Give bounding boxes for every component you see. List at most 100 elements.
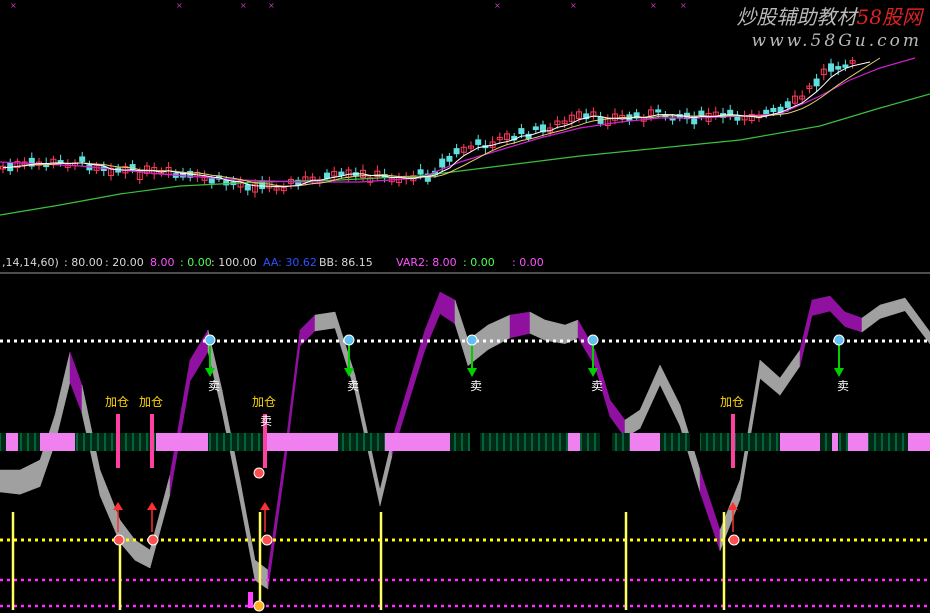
state-bar-black-block bbox=[690, 433, 700, 451]
add-position-bar bbox=[731, 414, 735, 468]
candle-body bbox=[698, 110, 705, 116]
kdj-segment bbox=[799, 299, 813, 367]
kdj-segment bbox=[19, 459, 41, 495]
add-position-signals: 加仓 加仓 加仓 加仓 bbox=[105, 395, 744, 532]
candle-body bbox=[784, 101, 791, 108]
bottom-signal-ball bbox=[113, 534, 125, 546]
kdj-segment bbox=[487, 314, 511, 351]
add-position-label: 加仓 bbox=[252, 395, 276, 409]
add-position-label: 加仓 bbox=[139, 395, 163, 409]
state-bar-pink-block bbox=[848, 433, 868, 451]
stock-chart-window: × × × × × × × × 加仓 加仓 加仓 加仓 卖卖卖卖卖卖 ,14,14,60) : 80… bbox=[0, 0, 930, 613]
candle-body bbox=[813, 78, 820, 87]
add-position-label: 加仓 bbox=[720, 395, 744, 409]
state-bar-pink-block bbox=[265, 433, 338, 451]
indicator-pane: 加仓 加仓 加仓 加仓 卖卖卖卖卖卖 bbox=[0, 291, 930, 612]
kdj-segment bbox=[54, 351, 71, 444]
kdj-segment bbox=[169, 359, 191, 495]
top-marker: × bbox=[680, 1, 687, 10]
kdj-segment bbox=[659, 364, 681, 426]
kdj-segment bbox=[844, 311, 863, 333]
up-arrow-head bbox=[260, 502, 270, 510]
floor-signal-ball bbox=[253, 600, 265, 612]
kdj-segment bbox=[639, 364, 661, 429]
candle-body bbox=[835, 66, 842, 70]
candle-body bbox=[770, 107, 777, 112]
kdj-segment bbox=[509, 311, 531, 339]
signal-balls bbox=[113, 334, 845, 612]
kdj-segment bbox=[149, 474, 171, 569]
kdj-segment bbox=[811, 295, 831, 316]
sell-label: 卖 bbox=[208, 379, 220, 393]
legend-aa: AA: 30.62 bbox=[263, 256, 317, 269]
top-marker: × bbox=[570, 1, 577, 10]
legend-params: ,14,14,60) bbox=[2, 256, 59, 269]
top-marker: × bbox=[10, 1, 17, 10]
down-arrow-head bbox=[834, 368, 844, 377]
legend-value-3: 8.00 bbox=[150, 256, 175, 269]
kdj-segment bbox=[829, 295, 846, 328]
top-signal-ball bbox=[833, 334, 845, 346]
top-marker: × bbox=[268, 1, 275, 10]
sell-label: 卖 bbox=[260, 414, 272, 428]
top-marker: × bbox=[494, 1, 501, 10]
kdj-segment bbox=[134, 539, 151, 569]
add-position-label: 加仓 bbox=[105, 395, 129, 409]
state-bar-black-block bbox=[470, 433, 480, 451]
legend-var2: VAR2: 8.00 bbox=[396, 256, 457, 269]
add-position-bar bbox=[150, 414, 154, 468]
kdj-segment bbox=[609, 399, 626, 439]
top-marker: × bbox=[176, 1, 183, 10]
candle-body bbox=[453, 148, 460, 155]
sell-label: 卖 bbox=[470, 379, 482, 393]
kdj-segment bbox=[314, 311, 336, 332]
state-bar-pink-block bbox=[156, 433, 208, 451]
price-pane: × × × × × × × × bbox=[0, 1, 930, 216]
legend-bb: BB: 86.15 bbox=[319, 256, 373, 269]
candle-body bbox=[439, 158, 446, 168]
candle-body bbox=[324, 172, 330, 179]
down-arrow-head bbox=[467, 368, 477, 377]
chart-canvas[interactable]: × × × × × × × × 加仓 加仓 加仓 加仓 卖卖卖卖卖卖 bbox=[0, 0, 930, 613]
mid-signal-ball bbox=[253, 467, 265, 479]
candle-body bbox=[727, 109, 734, 115]
sell-label: 卖 bbox=[591, 379, 603, 393]
kdj-segment bbox=[861, 304, 881, 333]
kdj-segment bbox=[529, 311, 546, 341]
candle-body bbox=[417, 169, 424, 175]
kdj-segment bbox=[0, 469, 21, 495]
kdj-segment bbox=[254, 559, 269, 590]
top-signal-ball bbox=[343, 334, 355, 346]
candle-body bbox=[828, 63, 834, 72]
candle-body bbox=[532, 126, 539, 131]
kdj-segment bbox=[69, 351, 83, 414]
legend-value-2: : 20.00 bbox=[105, 256, 144, 269]
candle-body bbox=[79, 156, 86, 162]
bottom-signal-ball bbox=[147, 534, 159, 546]
top-marker: × bbox=[650, 1, 657, 10]
candle-body bbox=[842, 64, 849, 68]
top-signal-ball bbox=[587, 334, 599, 346]
down-arrow-head bbox=[588, 368, 598, 377]
candle-body bbox=[446, 155, 453, 162]
kdj-segment bbox=[879, 297, 906, 319]
state-bar-pink-block bbox=[568, 433, 580, 451]
candle-body bbox=[655, 109, 662, 113]
bottom-signal-ball bbox=[728, 534, 740, 546]
top-signal-ball bbox=[204, 334, 216, 346]
state-bar-pink-block bbox=[908, 433, 930, 451]
candle-body bbox=[475, 139, 482, 145]
candle-body bbox=[763, 109, 770, 115]
state-bar-pink-block bbox=[385, 433, 450, 451]
state-bar-pink-block bbox=[832, 433, 838, 451]
kdj-segment bbox=[267, 449, 286, 590]
legend-value-5: : 100.00 bbox=[211, 256, 257, 269]
up-arrow-head bbox=[147, 502, 157, 510]
bottom-signal-ball bbox=[261, 534, 273, 546]
kdj-segment bbox=[454, 299, 469, 366]
ma-line-magenta bbox=[0, 57, 916, 183]
add-position-bar bbox=[116, 414, 120, 468]
kdj-segment bbox=[779, 349, 801, 397]
signal-bottom-marker bbox=[248, 592, 253, 608]
kdj-segment bbox=[239, 479, 256, 581]
